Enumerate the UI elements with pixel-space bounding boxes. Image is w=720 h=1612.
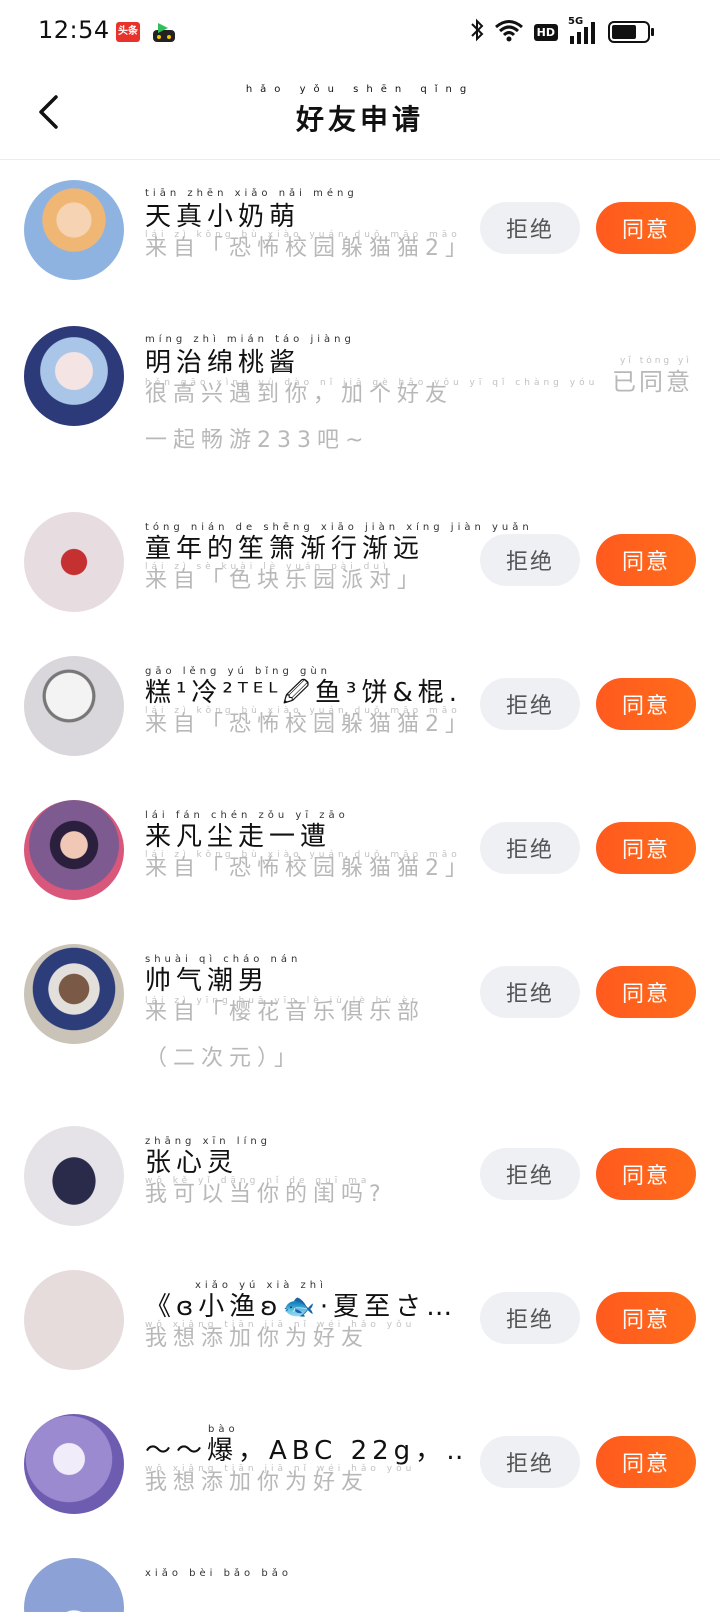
accept-button[interactable]: 同意 <box>596 534 696 586</box>
friend-request-row: míng zhì mián táo jiàng 明治绵桃酱 hěn gāo xì… <box>0 306 720 492</box>
accept-label: 同意 <box>621 838 670 863</box>
avatar[interactable] <box>24 1558 124 1612</box>
page-title: hǎo yǒu shēn qǐng 好友申请 <box>0 84 720 138</box>
reject-label: 拒绝 <box>505 218 554 243</box>
avatar[interactable] <box>24 326 124 426</box>
reject-label: 拒绝 <box>505 550 554 575</box>
nav-bar: hǎo yǒu shēn qǐng 好友申请 <box>0 64 720 160</box>
reject-label: 拒绝 <box>505 694 554 719</box>
battery-icon <box>608 21 654 43</box>
status-time: 12:54 <box>38 16 110 44</box>
avatar[interactable] <box>24 800 124 900</box>
request-message: 很高兴遇到你，加个好友一起畅游233吧~ <box>145 382 454 453</box>
avatar[interactable] <box>24 1414 124 1514</box>
request-message: 来自「恐怖校园躲猫猫2」 <box>145 236 473 261</box>
friend-request-row: shuài qì cháo nán 帅气潮男 lái zì yīng huā y… <box>0 924 720 1106</box>
avatar[interactable] <box>24 180 124 280</box>
toutiao-notification-icon: 头条 <box>116 22 140 42</box>
reject-button[interactable]: 拒绝 <box>480 822 580 874</box>
status-icons: HD 5G <box>470 16 654 46</box>
request-message: 来自「色块乐园派对」 <box>145 568 426 593</box>
game-notification-icon <box>152 22 176 42</box>
request-message: 来自「樱花音乐俱乐部（二次元）」 <box>145 1000 426 1071</box>
friend-request-row: xiǎo yú xià zhì 《ɞ小渔ʚ🐟·夏至さ… wǒ xiǎng tiā… <box>0 1250 720 1394</box>
friend-request-row: tóng nián de shēng xiāo jiàn xíng jiàn y… <box>0 492 720 636</box>
battery-fill <box>612 25 636 39</box>
accept-label: 同意 <box>621 218 670 243</box>
reject-button[interactable]: 拒绝 <box>480 1292 580 1344</box>
request-message: 来自「恐怖校园躲猫猫2」 <box>145 856 473 881</box>
friend-request-row: tiān zhēn xiǎo nǎi méng 天真小奶萌 lái zì kǒn… <box>0 160 720 306</box>
agreed-status: 已同意 <box>612 368 693 396</box>
accept-button[interactable]: 同意 <box>596 202 696 254</box>
page-title-text: 好友申请 <box>295 103 424 136</box>
reject-label: 拒绝 <box>505 1308 554 1333</box>
reject-button[interactable]: 拒绝 <box>480 202 580 254</box>
reject-button[interactable]: 拒绝 <box>480 966 580 1018</box>
status-bar: 12:54 头条 HD 5G <box>0 0 720 64</box>
accept-label: 同意 <box>621 1164 670 1189</box>
reject-label: 拒绝 <box>505 982 554 1007</box>
request-message: 来自「恐怖校园躲猫猫2」 <box>145 712 473 737</box>
reject-button[interactable]: 拒绝 <box>480 678 580 730</box>
request-message: 我可以当你的闺吗? <box>145 1182 387 1207</box>
friend-request-row: zhāng xīn líng 张心灵 wǒ kě yǐ dāng nǐ de g… <box>0 1106 720 1250</box>
hd-icon: HD <box>533 23 558 41</box>
avatar[interactable] <box>24 656 124 756</box>
accept-label: 同意 <box>621 982 670 1007</box>
avatar[interactable] <box>24 1270 124 1370</box>
reject-label: 拒绝 <box>505 1452 554 1477</box>
page-title-pinyin: hǎo yǒu shēn qǐng <box>245 84 475 95</box>
accept-button[interactable]: 同意 <box>596 1292 696 1344</box>
friend-request-row: xiǎo bèi bǎo bǎo <box>0 1538 720 1612</box>
friend-request-row: lái fán chén zǒu yī zāo 来凡尘走一遭 lái zì kǒ… <box>0 780 720 924</box>
avatar[interactable] <box>24 512 124 612</box>
request-message: 我想添加你为好友 <box>145 1326 370 1351</box>
friend-request-row: bào ～～爆，ABC 22g，… wǒ xiǎng tiān jiā nǐ w… <box>0 1394 720 1538</box>
accept-button[interactable]: 同意 <box>596 1436 696 1488</box>
accept-button[interactable]: 同意 <box>596 678 696 730</box>
bluetooth-icon <box>470 18 484 46</box>
reject-label: 拒绝 <box>505 838 554 863</box>
friend-request-row: gāo lěng yú bǐng gùn 糕¹冷²ᵀᴱᴸ🖉鱼³饼&棍.… lái… <box>0 636 720 780</box>
request-message: 我想添加你为好友 <box>145 1470 370 1495</box>
signal-icon: 5G <box>568 16 598 44</box>
reject-button[interactable]: 拒绝 <box>480 1436 580 1488</box>
wifi-icon <box>494 18 524 46</box>
reject-button[interactable]: 拒绝 <box>480 534 580 586</box>
name-pinyin: xiǎo bèi bǎo bǎo <box>145 1568 292 1579</box>
accept-button[interactable]: 同意 <box>596 966 696 1018</box>
avatar[interactable] <box>24 944 124 1044</box>
avatar[interactable] <box>24 1126 124 1226</box>
reject-label: 拒绝 <box>505 1164 554 1189</box>
accept-label: 同意 <box>621 1452 670 1477</box>
friend-request-list: tiān zhēn xiǎo nǎi méng 天真小奶萌 lái zì kǒn… <box>0 160 720 1612</box>
reject-button[interactable]: 拒绝 <box>480 1148 580 1200</box>
accept-label: 同意 <box>621 550 670 575</box>
accept-button[interactable]: 同意 <box>596 822 696 874</box>
accept-label: 同意 <box>621 694 670 719</box>
accept-label: 同意 <box>621 1308 670 1333</box>
accept-button[interactable]: 同意 <box>596 1148 696 1200</box>
